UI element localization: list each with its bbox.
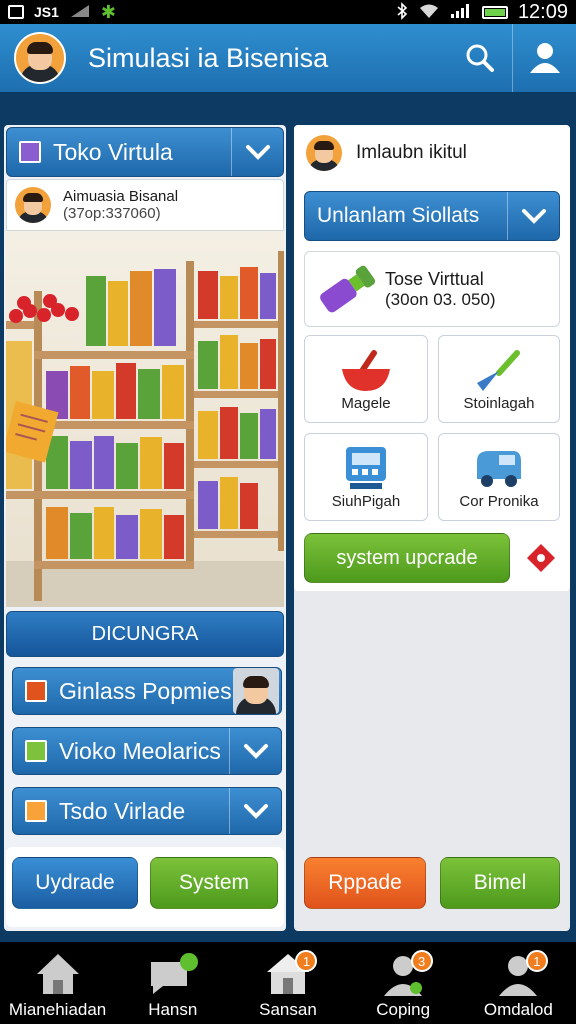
signal-icon xyxy=(69,3,91,22)
list-item[interactable]: Ginlass Popmies xyxy=(12,667,282,715)
nav-label: Coping xyxy=(376,1000,431,1019)
tile-label: Cor Pronika xyxy=(459,493,539,510)
tile-stoinlagah[interactable]: Stoinlagah xyxy=(438,335,560,423)
glue-stick-icon xyxy=(320,265,376,313)
avatar xyxy=(13,185,53,225)
nav-label: Sansan xyxy=(259,1000,317,1019)
profile-sub: (37op:337060) xyxy=(63,205,161,222)
store-icon xyxy=(19,141,41,163)
tag-icon[interactable] xyxy=(524,541,558,575)
feature-card[interactable]: Tose Virttual (30on 03. 050) xyxy=(304,251,560,327)
nav-person[interactable]: 3 Coping xyxy=(346,950,461,1020)
status-bar: JS1 ✱ 12:09 xyxy=(0,0,576,24)
section-header: DICUNGRA xyxy=(6,611,284,657)
right-panel-header: Imlaubn ikitul xyxy=(304,129,467,177)
system-button[interactable]: System xyxy=(150,857,278,909)
app-bar: Simulasi ia Bisenisa xyxy=(0,24,576,92)
tile-label: SiuhPigah xyxy=(331,493,401,510)
wifi-icon xyxy=(418,3,440,22)
search-icon xyxy=(466,44,494,72)
rppade-button[interactable]: Rppade xyxy=(304,857,426,909)
feature-title: Tose Virttual xyxy=(385,268,484,289)
chevron-down-icon[interactable] xyxy=(507,192,559,240)
tile-siuhpigah[interactable]: SiuhPigah xyxy=(304,433,428,521)
right-dropdown[interactable]: Unlanlam Siollats xyxy=(304,191,560,241)
store-dropdown[interactable]: Toko Virtula xyxy=(6,127,284,177)
notification-badge: 1 xyxy=(525,950,548,972)
avatar xyxy=(233,668,279,714)
nav-chat[interactable]: Hansn xyxy=(115,952,230,1020)
notification-badge: 3 xyxy=(410,950,433,972)
store-shelf-image xyxy=(6,231,284,607)
list-item[interactable]: Tsdo Virlade xyxy=(12,787,282,835)
list-item-label: Vioko Meolarics xyxy=(59,737,221,764)
nav-home[interactable]: Mianehiadan xyxy=(0,952,115,1020)
left-action-bar: Uydrade System xyxy=(6,847,284,927)
chevron-down-icon[interactable] xyxy=(231,128,283,176)
system-upgrade-button[interactable]: system upcrade xyxy=(304,533,510,583)
search-button[interactable] xyxy=(448,24,512,92)
avatar xyxy=(304,133,344,173)
list-item[interactable]: Vioko Meolarics xyxy=(12,727,282,775)
bowl-icon xyxy=(342,350,390,391)
right-panel-title: Imlaubn ikitul xyxy=(356,142,467,163)
tile-label: Stoinlagah xyxy=(463,395,535,412)
right-panel: Imlaubn ikitul Unlanlam Siollats Tose Vi… xyxy=(294,125,570,931)
bimel-button[interactable]: Bimel xyxy=(440,857,560,909)
notification-badge: 1 xyxy=(295,950,318,972)
status-left-text: JS1 xyxy=(34,4,59,20)
box-icon xyxy=(8,5,24,19)
feature-sub: (30on 03. 050) xyxy=(385,289,496,309)
profile-card: Aimuasia Bisanal (37op:337060) xyxy=(6,179,284,231)
truck-icon xyxy=(477,451,521,487)
gear-icon: ✱ xyxy=(100,1,117,22)
register-icon xyxy=(346,447,386,489)
nav-label: Hansn xyxy=(148,1000,198,1019)
bluetooth-icon xyxy=(396,1,408,23)
home-icon xyxy=(36,954,79,994)
chevron-down-icon[interactable] xyxy=(229,728,281,774)
user-button[interactable] xyxy=(512,24,576,92)
nav-label: Omdalod xyxy=(483,1000,553,1019)
avatar[interactable] xyxy=(14,32,66,84)
right-dropdown-label: Unlanlam Siollats xyxy=(317,204,480,227)
user-icon xyxy=(529,43,560,73)
tile-magele[interactable]: Magele xyxy=(304,335,428,423)
section-title: DICUNGRA xyxy=(91,622,199,645)
square-icon xyxy=(25,680,47,702)
list-item-label: Tsdo Virlade xyxy=(59,797,186,824)
tile-label: Magele xyxy=(341,395,391,412)
app-title: Simulasi ia Bisenisa xyxy=(88,42,329,73)
list-item-label: Ginlass Popmies xyxy=(59,677,232,704)
left-panel: Toko Virtula Aimuasia Bisanal (37op:3370… xyxy=(4,125,286,931)
tile-cor-pronika[interactable]: Cor Pronika xyxy=(438,433,560,521)
nav-profile[interactable]: 1 Omdalod xyxy=(461,950,576,1020)
square-icon xyxy=(25,740,47,762)
chat-icon xyxy=(150,953,198,994)
upgrade-button[interactable]: Uydrade xyxy=(12,857,138,909)
battery-icon xyxy=(481,5,508,19)
profile-name: Aimuasia Bisanal xyxy=(63,188,179,205)
chevron-down-icon[interactable] xyxy=(229,788,281,834)
store-dropdown-label: Toko Virtula xyxy=(53,138,173,165)
trowel-icon xyxy=(477,350,520,391)
bottom-nav: Mianehiadan Hansn 1 Sansan 3 Coping 1 Om… xyxy=(0,942,576,1024)
clock: 12:09 xyxy=(517,0,568,23)
nav-store[interactable]: 1 Sansan xyxy=(230,950,345,1020)
nav-label: Mianehiadan xyxy=(8,1000,107,1019)
square-icon xyxy=(25,800,47,822)
signal-bars-icon xyxy=(450,3,472,22)
